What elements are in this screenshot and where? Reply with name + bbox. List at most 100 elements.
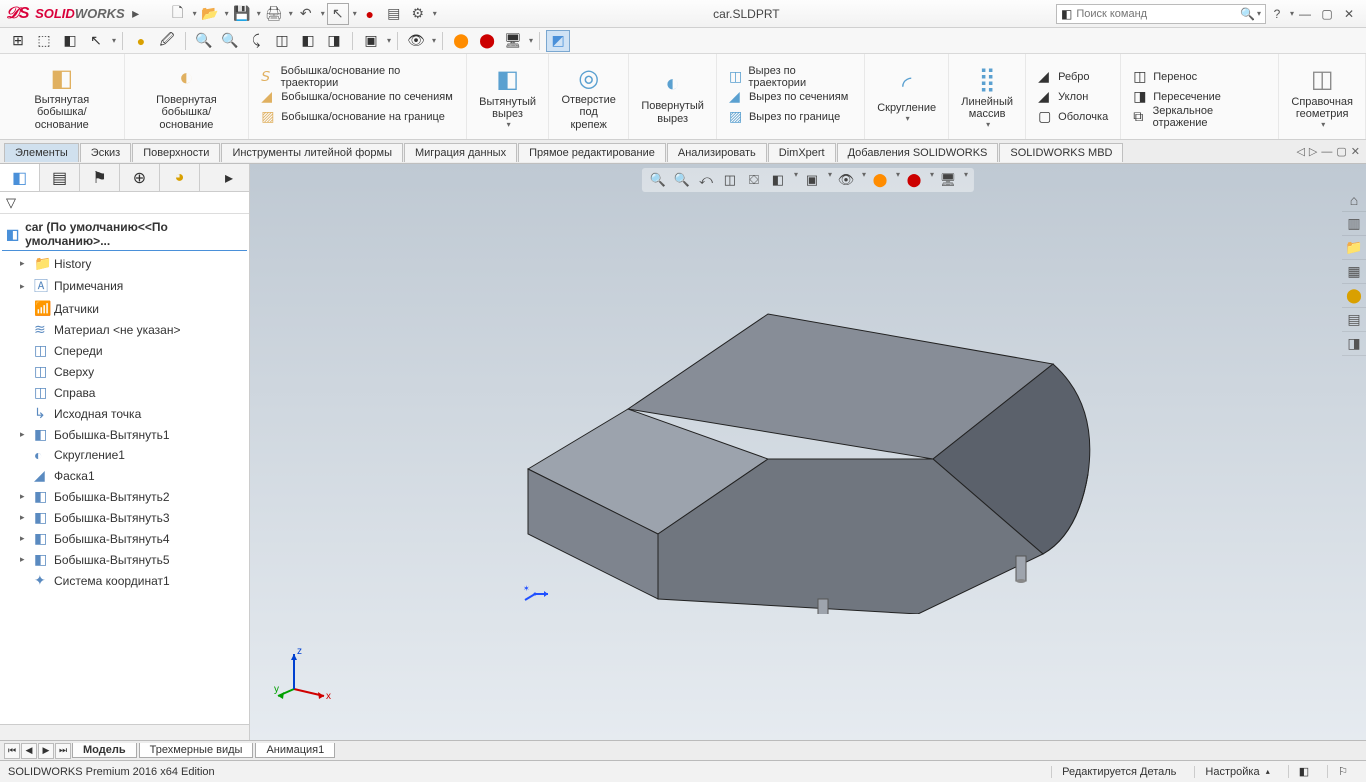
bottom-tab-3dviews[interactable]: Трехмерные виды: [139, 743, 254, 758]
fm-tab-expand-icon[interactable]: ▸: [209, 164, 249, 191]
sheet-prev-icon[interactable]: ◀: [21, 743, 37, 759]
shadow-cube-icon[interactable]: ◩: [546, 30, 570, 52]
tab-data-migration[interactable]: Миграция данных: [404, 143, 517, 162]
panel-close-icon[interactable]: ✕: [1351, 145, 1360, 158]
sheet-first-icon[interactable]: ⏮: [4, 743, 20, 759]
tab-direct-editing[interactable]: Прямое редактирование: [518, 143, 666, 162]
fillet-button[interactable]: ◜ Скругление ▾: [873, 68, 940, 125]
box-icon[interactable]: ▣: [359, 30, 383, 52]
open-icon[interactable]: 📂: [199, 3, 221, 25]
tree-expand-icon[interactable]: ▸: [20, 491, 30, 502]
fm-tab-display-icon[interactable]: ◕: [160, 164, 200, 191]
view-orient-icon[interactable]: ⛋: [744, 170, 764, 190]
sheet-next-icon[interactable]: ▶: [38, 743, 54, 759]
panel-min-icon[interactable]: —: [1321, 146, 1332, 158]
new-icon[interactable]: 🗋: [167, 3, 189, 25]
swept-boss-button[interactable]: 𝘚 Бобышка/основание по траектории: [257, 67, 458, 87]
tree-expand-icon[interactable]: ▸: [20, 554, 30, 565]
tab-sketch[interactable]: Эскиз: [80, 143, 131, 162]
shell-button[interactable]: ▢ Оболочка: [1034, 107, 1112, 127]
bottom-tab-model[interactable]: Модель: [72, 743, 137, 758]
tree-expand-icon[interactable]: ▸: [20, 429, 30, 440]
swept-cut-button[interactable]: ◫ Вырез по траектории: [725, 67, 856, 87]
status-customize[interactable]: Настройка ▴: [1194, 766, 1279, 778]
hole-wizard-button[interactable]: ◎ Отверстие под крепеж: [557, 60, 620, 132]
tree-expand-icon[interactable]: ▸: [20, 258, 30, 269]
lofted-boss-button[interactable]: ◢ Бобышка/основание по сечениям: [257, 87, 457, 107]
hide-items-icon[interactable]: ▣: [802, 170, 822, 190]
monitor-icon[interactable]: 🖥: [501, 30, 525, 52]
fm-tab-property-icon[interactable]: ▤: [40, 164, 80, 191]
revolve-cut-button[interactable]: ◐ Повернутый вырез: [637, 66, 708, 126]
revolve-boss-button[interactable]: ◐ Повернутая бобышка/основание: [133, 60, 241, 132]
logo-expand-icon[interactable]: ▸: [125, 3, 147, 25]
boundary-cut-button[interactable]: ▨ Вырез по границе: [725, 107, 844, 127]
linear-pattern-button[interactable]: ⣿ Линейный массив ▾: [957, 62, 1017, 131]
tree-item[interactable]: ▸◧Бобышка-Вытянуть5: [2, 549, 247, 570]
tree-item[interactable]: ◢Фаска1: [2, 465, 247, 486]
sketch-tool3-icon[interactable]: ⤹: [244, 30, 268, 52]
tab-mbd[interactable]: SOLIDWORKS MBD: [999, 143, 1123, 162]
tp-file-explorer-icon[interactable]: 📁: [1342, 236, 1366, 260]
tree-item[interactable]: 📶Датчики: [2, 298, 247, 319]
search-icon[interactable]: 🔍: [1240, 7, 1255, 21]
appearance-icon[interactable]: ●: [129, 30, 153, 52]
appear2-icon[interactable]: ⬤: [904, 170, 924, 190]
tree-item[interactable]: ▸🄰Примечания: [2, 274, 247, 298]
zoom-area-icon[interactable]: 🔍: [672, 170, 692, 190]
tree-item[interactable]: ▸◧Бобышка-Вытянуть3: [2, 507, 247, 528]
maximize-icon[interactable]: ▢: [1316, 3, 1338, 25]
color-ball2-icon[interactable]: ⬤: [475, 30, 499, 52]
tree-item[interactable]: ◫Спереди: [2, 340, 247, 361]
color-ball1-icon[interactable]: ⬤: [449, 30, 473, 52]
view-triad[interactable]: x y z: [274, 644, 334, 704]
status-flag-icon[interactable]: ⚐: [1327, 765, 1358, 778]
fm-tab-dimxpert-icon[interactable]: ⊕: [120, 164, 160, 191]
display-state-icon[interactable]: ◧: [296, 30, 320, 52]
eye-icon[interactable]: 👁: [404, 30, 428, 52]
undo-icon[interactable]: ↶: [295, 3, 317, 25]
tool-normal-icon[interactable]: ◧: [58, 30, 82, 52]
tool-views-icon[interactable]: ⊞: [6, 30, 30, 52]
tree-item[interactable]: ▸◧Бобышка-Вытянуть1: [2, 424, 247, 445]
status-unit-icon[interactable]: ◧: [1288, 765, 1319, 778]
tp-view-palette-icon[interactable]: ▦: [1342, 260, 1366, 284]
panel-prev-icon[interactable]: ◁: [1296, 145, 1304, 158]
extrude-boss-button[interactable]: ◧ Вытянутая бобышка/основание: [8, 60, 116, 132]
command-search[interactable]: ◧ 🔍▾: [1056, 4, 1266, 24]
search-input[interactable]: [1076, 8, 1240, 20]
tab-addins[interactable]: Добавления SOLIDWORKS: [837, 143, 999, 162]
settings-icon[interactable]: ⚙: [407, 3, 429, 25]
draft-button[interactable]: ◢ Уклон: [1034, 87, 1092, 107]
sketch-tool1-icon[interactable]: 🔍: [192, 30, 216, 52]
rebuild-icon[interactable]: ●: [359, 3, 381, 25]
tree-item[interactable]: ≋Материал <не указан>: [2, 319, 247, 340]
tp-custom-props-icon[interactable]: ▤: [1342, 308, 1366, 332]
tp-design-library-icon[interactable]: ▥: [1342, 212, 1366, 236]
reference-geometry-button[interactable]: ◫ Справочная геометрия ▾: [1287, 62, 1357, 131]
tab-features[interactable]: Элементы: [4, 143, 79, 162]
tree-item[interactable]: ◫Справа: [2, 382, 247, 403]
tree-expand-icon[interactable]: ▸: [20, 281, 30, 292]
feature-tree[interactable]: ◧ car (По умолчанию<<По умолчанию>... ▸📁…: [0, 214, 249, 724]
fm-tab-tree-icon[interactable]: ◧: [0, 164, 40, 191]
select-icon[interactable]: ↖: [327, 3, 349, 25]
tree-item[interactable]: ▸◧Бобышка-Вытянуть4: [2, 528, 247, 549]
save-icon[interactable]: 💾: [231, 3, 253, 25]
tree-item[interactable]: ↳Исходная точка: [2, 403, 247, 424]
boundary-boss-button[interactable]: ▨ Бобышка/основание на границе: [257, 107, 449, 127]
filter-icon[interactable]: ▽: [6, 195, 16, 211]
edit-appearance-icon[interactable]: 🖉: [155, 30, 179, 52]
prev-view-icon[interactable]: ⤺: [696, 170, 716, 190]
sketch-tool2-icon[interactable]: 🔍: [218, 30, 242, 52]
bottom-tab-animation[interactable]: Анимация1: [255, 743, 335, 758]
tree-item[interactable]: ✦Система координат1: [2, 570, 247, 591]
tree-item[interactable]: ▸◧Бобышка-Вытянуть2: [2, 486, 247, 507]
tool-isometric-icon[interactable]: ⬚: [32, 30, 56, 52]
view-settings-icon[interactable]: 🖥: [938, 170, 958, 190]
tab-evaluate[interactable]: Анализировать: [667, 143, 767, 162]
panel-next-icon[interactable]: ▷: [1309, 145, 1317, 158]
tree-expand-icon[interactable]: ▸: [20, 512, 30, 523]
lofted-cut-button[interactable]: ◢ Вырез по сечениям: [725, 87, 852, 107]
tree-expand-icon[interactable]: ▸: [20, 533, 30, 544]
